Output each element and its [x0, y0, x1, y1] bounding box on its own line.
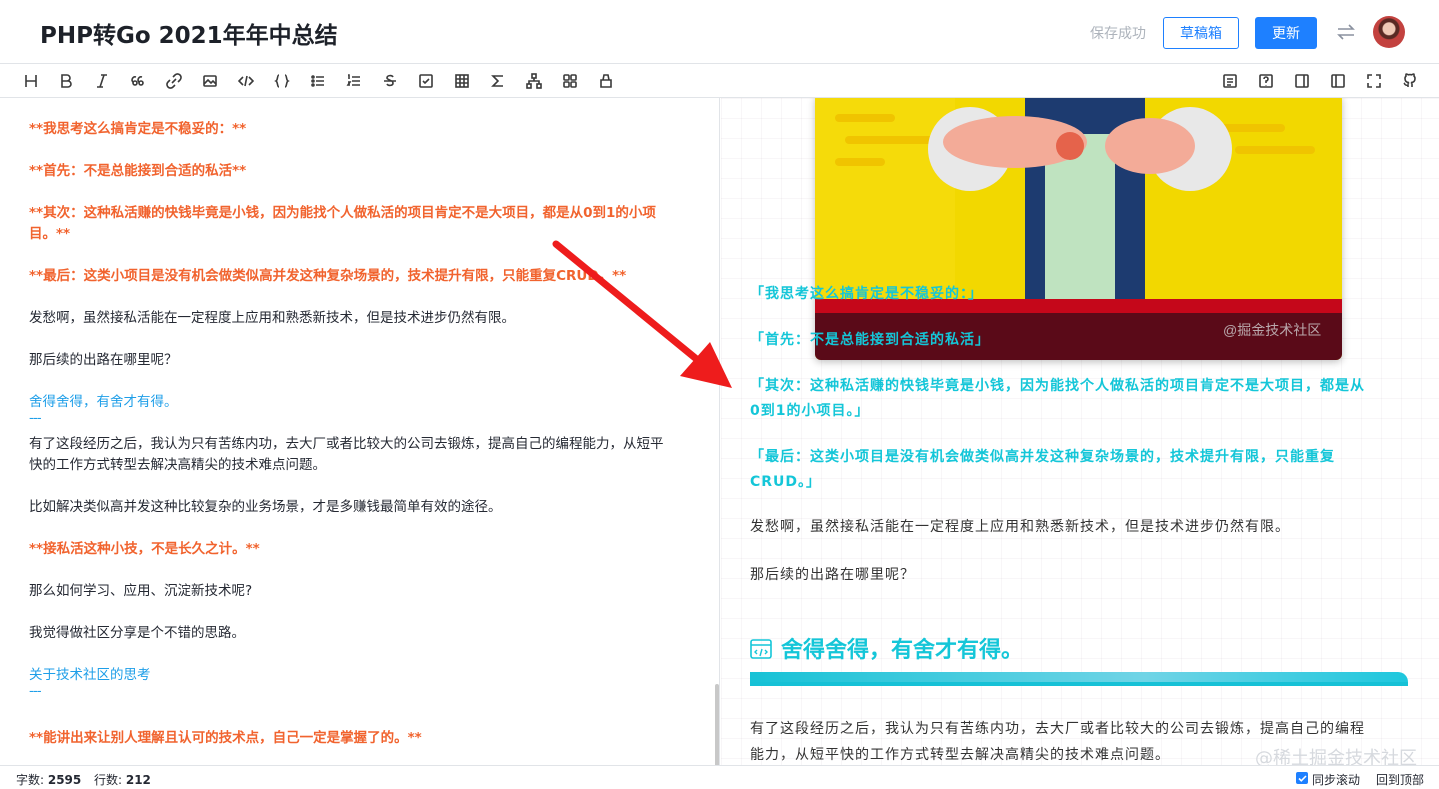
- preview-strong-text: CRUD。」: [750, 474, 822, 490]
- check-icon: [1297, 774, 1307, 782]
- italic-icon[interactable]: [93, 72, 111, 90]
- editor-line[interactable]: 快的工作方式转型去解决高精尖的技术难点问题。: [29, 455, 694, 476]
- heading-icon[interactable]: [22, 72, 40, 90]
- preview-heading: 舍得舍得，有舍才有得。: [781, 638, 1024, 663]
- link-icon[interactable]: [165, 72, 183, 90]
- editor-line[interactable]: 那后续的出路在哪里呢？: [29, 350, 694, 371]
- preview-strong-text: 「最后：这类小项目是没有机会做类似高并发这种复杂场景的，技术提升有限，只能重复: [750, 449, 1335, 465]
- help-icon[interactable]: [1257, 72, 1275, 90]
- code-block-icon[interactable]: [273, 72, 291, 90]
- avatar[interactable]: [1373, 16, 1405, 48]
- preview-paragraph: 那后续的出路在哪里呢？: [750, 567, 915, 583]
- editor-line[interactable]: 我觉得做社区分享是个不错的思路。: [29, 623, 694, 644]
- code-window-icon: [750, 639, 772, 659]
- word-count-value: 2595: [47, 773, 82, 787]
- editor-line[interactable]: 那么如何学习、应用、沉淀新技术呢?: [29, 581, 694, 602]
- quote-icon[interactable]: [129, 72, 147, 90]
- grid-icon[interactable]: [561, 72, 579, 90]
- formula-icon[interactable]: [489, 72, 507, 90]
- editor-line[interactable]: **接私活这种小技，不是长久之计。**: [29, 539, 694, 560]
- markdown-preview: @掘金技术社区 「我思考这么搞肯定是不稳妥的：」 「首先：不是总能接到合适的私活…: [721, 98, 1439, 765]
- editor-line[interactable]: 有了这段经历之后，我认为只有苦练内功，去大厂或者比较大的公司去锻炼，提高自己的编…: [29, 434, 694, 455]
- article-title-input[interactable]: PHP转Go 2021年年中总结: [40, 16, 338, 50]
- preview-strong-text: 0到1的小项目。」: [750, 403, 870, 419]
- header: PHP转Go 2021年年中总结 保存成功 草稿箱 更新: [0, 0, 1439, 64]
- editor-line[interactable]: ---: [29, 681, 694, 702]
- editor-line[interactable]: ---: [29, 408, 694, 429]
- outline-icon[interactable]: [1221, 72, 1239, 90]
- editor-line[interactable]: 发愁啊，虽然接私活能在一定程度上应用和熟悉新技术，但是技术进步仍然有限。: [29, 308, 694, 329]
- editor-line[interactable]: **最后：这类小项目是没有机会做类似高并发这种复杂场景的，技术提升有限，只能重复…: [29, 266, 694, 287]
- fullscreen-icon[interactable]: [1365, 72, 1383, 90]
- preview-paragraph: 有了这段经历之后，我认为只有苦练内功，去大厂或者比较大的公司去锻炼，提高自己的编…: [750, 721, 1365, 737]
- editor-toolbar: [0, 65, 1439, 98]
- switch-editor-icon[interactable]: [1336, 20, 1356, 44]
- table-icon[interactable]: [453, 72, 471, 90]
- editor-line[interactable]: **首先：不是总能接到合适的私活**: [29, 161, 694, 182]
- editor-line[interactable]: **我思考这么搞肯定是不稳妥的：**: [29, 119, 694, 140]
- line-count-label: 行数:: [94, 773, 126, 787]
- editor-line[interactable]: **其次：这种私活赚的快钱毕竟是小钱，因为能找个人做私活的项目肯定不是大项目，都…: [29, 203, 694, 224]
- drafts-button[interactable]: 草稿箱: [1163, 17, 1239, 49]
- code-icon[interactable]: [237, 72, 255, 90]
- editor-only-icon[interactable]: [1329, 72, 1347, 90]
- preview-strong-text: 「其次：这种私活赚的快钱毕竟是小钱，因为能找个人做私活的项目肯定不是大项目，都是…: [750, 378, 1365, 394]
- line-count-value: 212: [125, 773, 151, 787]
- editor-scrollbar[interactable]: [715, 684, 719, 765]
- sync-scroll-label[interactable]: 同步滚动: [1312, 771, 1360, 788]
- back-to-top-button[interactable]: 回到顶部: [1376, 771, 1424, 788]
- preview-strong-text: 「我思考这么搞肯定是不稳妥的：」: [750, 286, 983, 302]
- preview-strong-text: 「首先：不是总能接到合适的私活」: [750, 332, 990, 348]
- update-button[interactable]: 更新: [1255, 17, 1317, 49]
- sync-scroll-checkbox[interactable]: [1296, 772, 1308, 784]
- word-count-label: 字数:: [16, 773, 48, 787]
- task-list-icon[interactable]: [417, 72, 435, 90]
- diagram-icon[interactable]: [525, 72, 543, 90]
- image-icon[interactable]: [201, 72, 219, 90]
- word-count: 字数: 2595: [16, 771, 81, 788]
- github-icon[interactable]: [1401, 72, 1419, 90]
- markdown-editor-app: PHP转Go 2021年年中总结 保存成功 草稿箱 更新 **我思考这么搞肯定是…: [0, 0, 1439, 789]
- article-illustration: @掘金技术社区: [815, 98, 1342, 360]
- bold-icon[interactable]: [57, 72, 75, 90]
- status-bar: 字数: 2595 行数: 212 同步滚动 回到顶部: [0, 765, 1439, 789]
- save-status: 保存成功: [1090, 26, 1146, 42]
- editor-line[interactable]: 比如解决类似高并发这种比较复杂的业务场景，才是多赚钱最简单有效的途径。: [29, 497, 694, 518]
- editor-line[interactable]: 目。**: [29, 224, 694, 245]
- preview-only-icon[interactable]: [1293, 72, 1311, 90]
- line-count: 行数: 212: [94, 771, 151, 788]
- editor-line[interactable]: **能讲出来让别人理解且认可的技术点，自己一定是掌握了的。**: [29, 728, 694, 749]
- ordered-list-icon[interactable]: [345, 72, 363, 90]
- preview-paragraph: 发愁啊，虽然接私活能在一定程度上应用和熟悉新技术，但是技术进步仍然有限。: [750, 519, 1290, 535]
- theme-icon[interactable]: [597, 72, 615, 90]
- unordered-list-icon[interactable]: [309, 72, 327, 90]
- markdown-editor[interactable]: **我思考这么搞肯定是不稳妥的：** **首先：不是总能接到合适的私活** **…: [0, 98, 720, 765]
- strikethrough-icon[interactable]: [381, 72, 399, 90]
- heading-underline: [750, 672, 1408, 686]
